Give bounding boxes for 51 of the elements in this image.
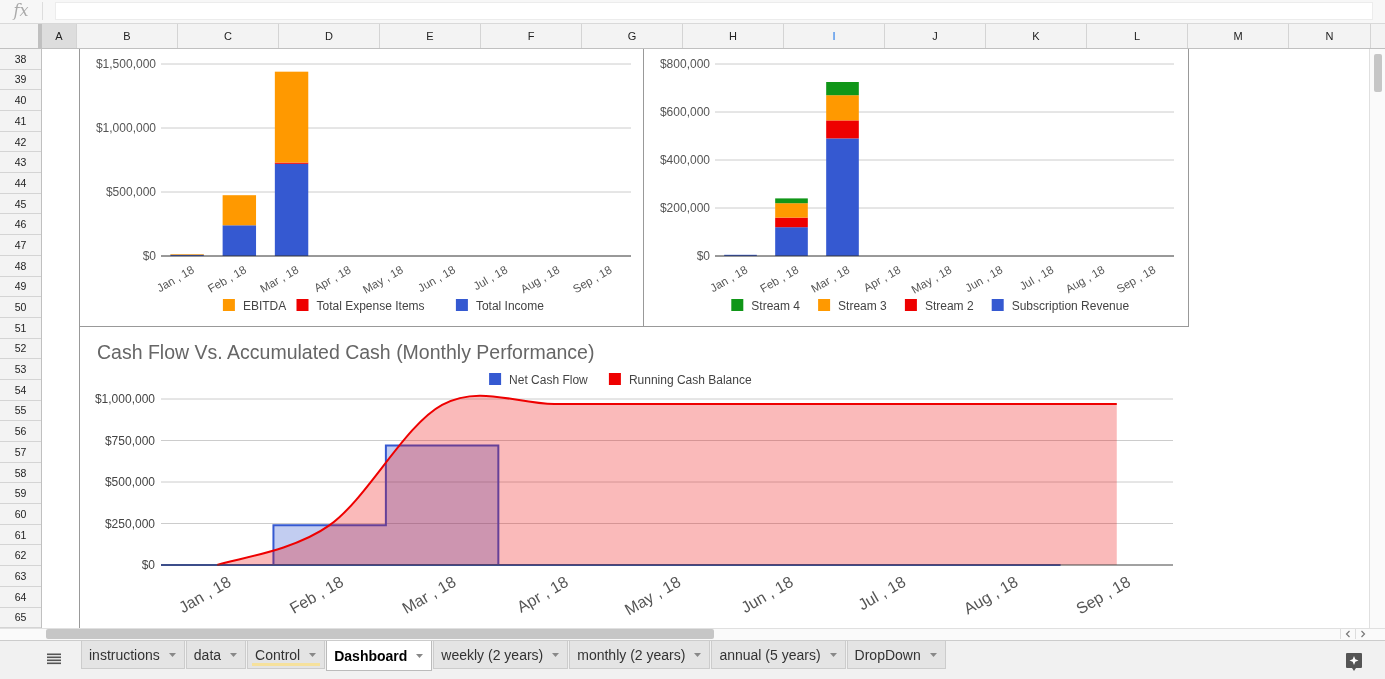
axis-label: $0	[696, 248, 710, 263]
axis-label: Jan , 18	[154, 263, 197, 295]
axis-label: Aug , 18	[1063, 263, 1107, 296]
legend-label: Stream 4	[751, 298, 800, 313]
legend-label: Total Expense Items	[316, 298, 425, 313]
legend-label: Stream 2	[924, 298, 974, 313]
axis-label: Jul , 18	[855, 572, 909, 614]
axis-label: $1,000,000	[95, 120, 156, 135]
legend-label: Net Cash Flow	[509, 372, 588, 387]
axis-label: Jun , 18	[738, 572, 796, 616]
axis-label: May , 18	[909, 263, 954, 296]
axis-label: Sep , 18	[1114, 263, 1158, 296]
axis-label: Aug , 18	[518, 263, 562, 296]
axis-label: Jul , 18	[471, 263, 510, 293]
axis-label: Feb , 18	[286, 572, 347, 617]
legend-label: Total Income	[475, 298, 544, 313]
axis-label: $0	[141, 557, 155, 572]
axis-label: Feb , 18	[205, 263, 249, 295]
axis-label: Mar , 18	[808, 263, 852, 295]
legend-label: Running Cash Balance	[628, 372, 752, 387]
axis-label: Apr , 18	[311, 263, 353, 294]
legend-label: Subscription Revenue	[1011, 298, 1130, 313]
axis-label: Apr , 18	[861, 263, 903, 294]
axis-label: Mar , 18	[258, 263, 301, 295]
axis-label: $500,000	[104, 474, 155, 489]
legend-label: EBITDA	[242, 298, 287, 313]
axis-label: $200,000	[659, 200, 710, 215]
axis-label: Sep , 18	[570, 263, 614, 296]
axis-label: $500,000	[105, 184, 156, 199]
axis-label: May , 18	[621, 572, 684, 619]
axis-label: $600,000	[659, 104, 710, 119]
axis-label: Jul , 18	[1017, 263, 1056, 293]
axis-label: Apr , 18	[514, 572, 572, 616]
axis-label: $1,000,000	[94, 391, 155, 406]
axis-label: $400,000	[659, 152, 710, 167]
axis-label: $0	[142, 248, 156, 263]
axis-label: May , 18	[360, 263, 405, 296]
legend-label: Stream 3	[838, 298, 887, 313]
axis-label: $1,500,000	[95, 56, 156, 71]
chart-title: Cash Flow Vs. Accumulated Cash (Monthly Performance)	[97, 340, 595, 363]
axis-label: Jun , 18	[963, 263, 1005, 295]
axis-label: $800,000	[659, 56, 710, 71]
axis-label: Jan , 18	[175, 572, 234, 616]
axis-label: Sep , 18	[1073, 572, 1134, 618]
axis-label: $250,000	[104, 516, 155, 531]
axis-label: Jan , 18	[708, 263, 750, 295]
axis-label: Aug , 18	[960, 572, 1021, 618]
axis-label: $750,000	[104, 433, 155, 448]
axis-label: Mar , 18	[399, 572, 459, 617]
axis-label: Feb , 18	[757, 263, 801, 295]
axis-label: Jun , 18	[415, 263, 458, 295]
